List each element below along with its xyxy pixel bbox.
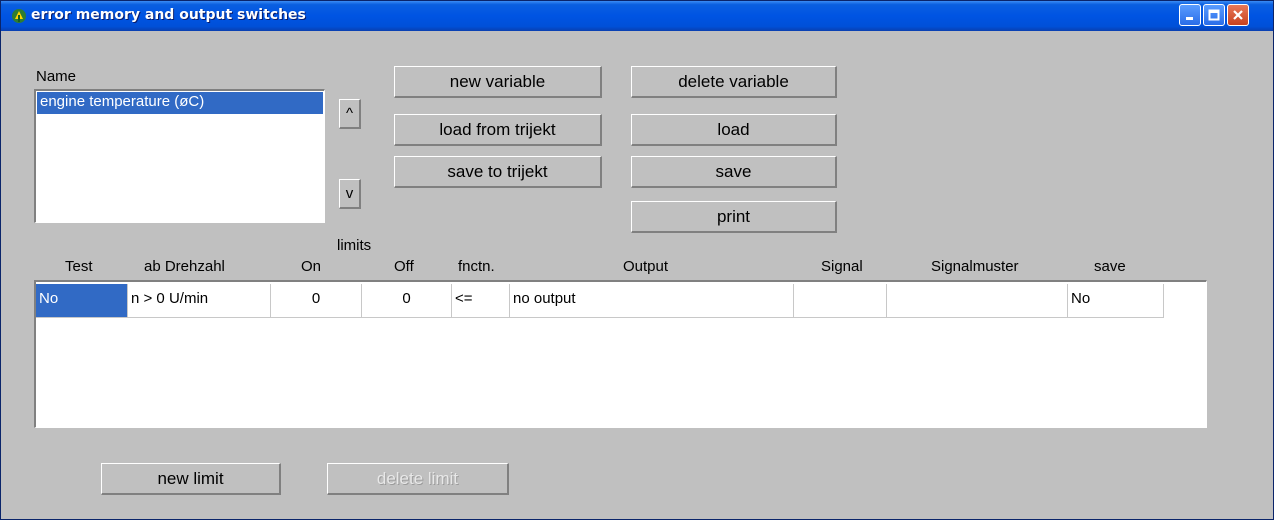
cell-test[interactable]: No bbox=[36, 284, 128, 318]
close-button[interactable] bbox=[1227, 4, 1249, 26]
limits-label: limits bbox=[337, 237, 372, 254]
caret-down-icon: v bbox=[345, 185, 354, 202]
save-to-trijekt-button[interactable]: save to trijekt bbox=[394, 156, 602, 188]
column-header-signal: Signal bbox=[821, 258, 863, 275]
delete-variable-button[interactable]: delete variable bbox=[631, 66, 837, 98]
column-header-save: save bbox=[1094, 258, 1126, 275]
cell-fnctn[interactable]: <= bbox=[452, 284, 510, 318]
column-header-off: Off bbox=[394, 258, 414, 275]
new-limit-button[interactable]: new limit bbox=[101, 463, 281, 495]
name-label: Name bbox=[36, 68, 77, 85]
column-header-fnctn: fnctn. bbox=[458, 258, 495, 275]
column-header-output: Output bbox=[623, 258, 669, 275]
variable-listbox[interactable]: engine temperature (øC) bbox=[34, 89, 325, 223]
column-header-test: Test bbox=[65, 258, 93, 275]
minimize-icon bbox=[1186, 17, 1193, 20]
move-up-button[interactable]: ^ bbox=[339, 99, 361, 129]
new-variable-button[interactable]: new variable bbox=[394, 66, 602, 98]
app-icon bbox=[12, 9, 26, 23]
title-bar[interactable]: error memory and output switches bbox=[1, 1, 1273, 31]
column-header-signalmuster: Signalmuster bbox=[931, 258, 1019, 275]
close-icon bbox=[1233, 10, 1243, 20]
main-window: error memory and output switches Name en… bbox=[0, 0, 1274, 520]
window-title: error memory and output switches bbox=[31, 7, 306, 23]
cell-on[interactable]: 0 bbox=[271, 284, 362, 318]
delete-limit-button[interactable]: delete limit bbox=[327, 463, 509, 495]
list-item[interactable]: engine temperature (øC) bbox=[37, 92, 323, 114]
save-button[interactable]: save bbox=[631, 156, 837, 188]
cell-signalmuster[interactable] bbox=[887, 284, 1068, 318]
load-button[interactable]: load bbox=[631, 114, 837, 146]
caret-up-icon: ^ bbox=[345, 105, 354, 122]
cell-save[interactable]: No bbox=[1068, 284, 1164, 318]
move-down-button[interactable]: v bbox=[339, 179, 361, 209]
column-header-on: On bbox=[301, 258, 322, 275]
limits-table[interactable]: No n > 0 U/min 0 0 <= no output No bbox=[34, 280, 1207, 428]
column-header-ab-drehzahl: ab Drehzahl bbox=[144, 258, 225, 275]
cell-ab-drehzahl[interactable]: n > 0 U/min bbox=[128, 284, 271, 318]
load-from-trijekt-button[interactable]: load from trijekt bbox=[394, 114, 602, 146]
minimize-button[interactable] bbox=[1179, 4, 1201, 26]
print-button[interactable]: print bbox=[631, 201, 837, 233]
cell-off[interactable]: 0 bbox=[362, 284, 452, 318]
maximize-icon bbox=[1208, 9, 1220, 21]
cell-signal[interactable] bbox=[794, 284, 887, 318]
maximize-button[interactable] bbox=[1203, 4, 1225, 26]
cell-output[interactable]: no output bbox=[510, 284, 794, 318]
